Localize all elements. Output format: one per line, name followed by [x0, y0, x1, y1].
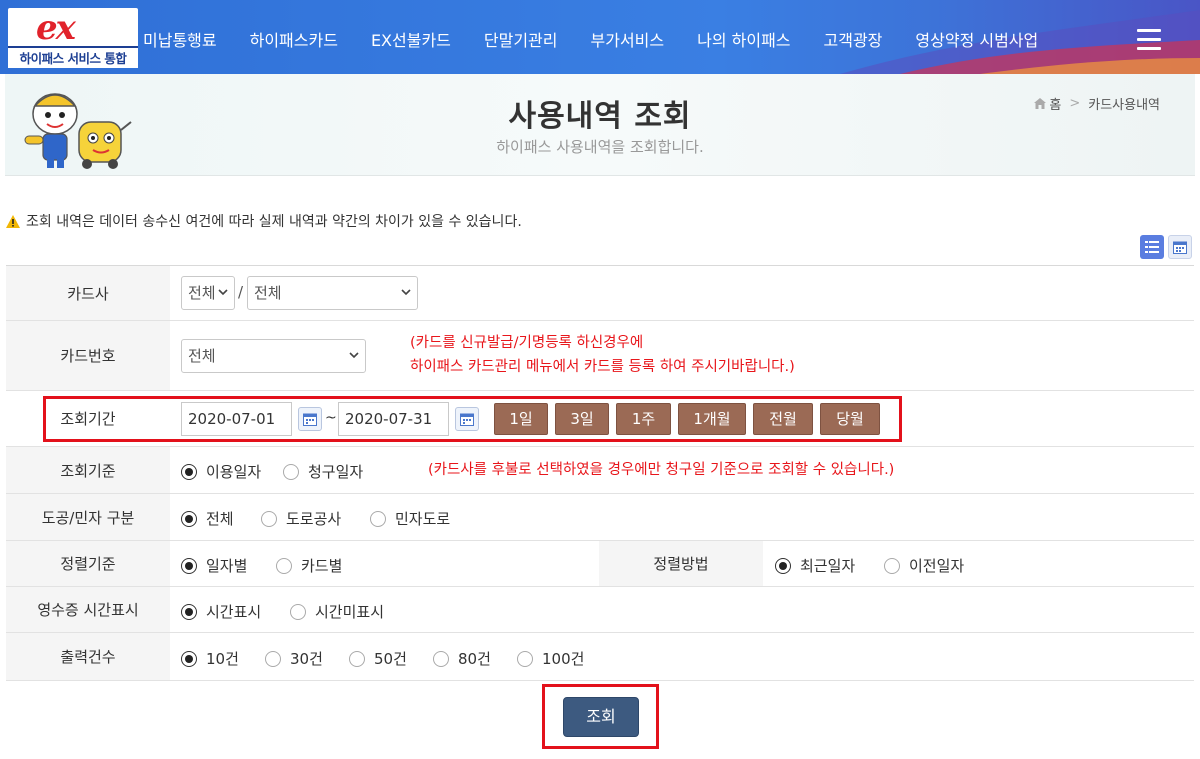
menu-customer[interactable]: 고객광장: [824, 27, 883, 53]
radio-road-korea-ex[interactable]: 도로공사: [261, 508, 341, 529]
list-view-icon[interactable]: [1140, 235, 1164, 259]
radio-count-100[interactable]: 100건: [517, 648, 584, 669]
page-subtitle: 하이패스 사용내역을 조회합니다.: [496, 138, 704, 156]
radio-unchecked-icon: [370, 510, 386, 527]
card-company-type-select[interactable]: 전체: [181, 276, 235, 310]
radio-unchecked-icon: [517, 650, 533, 667]
menu-hipass-card[interactable]: 하이패스카드: [250, 27, 338, 53]
radio-count-30[interactable]: 30건: [265, 648, 323, 669]
radio-unchecked-icon: [290, 603, 306, 620]
page-banner: 사용내역 조회 하이패스 사용내역을 조회합니다. 홈 > 카드사용내역: [5, 74, 1195, 176]
breadcrumb-home[interactable]: 홈: [1049, 94, 1061, 113]
radio-show-time[interactable]: 시간표시: [181, 601, 261, 622]
top-nav: ex 하이패스 서비스 통합 미납통행료 하이패스카드 EX선불카드 단말기관리…: [0, 0, 1200, 74]
radio-hide-time[interactable]: 시간미표시: [290, 601, 384, 622]
radio-checked-icon: [181, 510, 197, 527]
search-submit-button[interactable]: 조회: [563, 697, 639, 737]
hipass-logo[interactable]: ex 하이패스 서비스 통합: [8, 8, 138, 68]
page-title: 사용내역 조회: [508, 99, 692, 134]
notice-text: 조회 내역은 데이터 송수신 여건에 따라 실제 내역과 약간의 차이가 있을 …: [26, 214, 522, 230]
menu-my-hipass[interactable]: 나의 하이패스: [697, 27, 790, 53]
chevron-down-icon: [218, 289, 228, 296]
radio-sort-by-card[interactable]: 카드별: [276, 555, 342, 576]
card-company-select[interactable]: 전체: [247, 276, 418, 310]
card-number-select[interactable]: 전체: [181, 339, 366, 373]
menu-extra-services[interactable]: 부가서비스: [591, 27, 665, 53]
row-card-company: 카드사 전체 / 전체: [6, 266, 1194, 321]
radio-checked-icon: [775, 557, 791, 574]
menu-unpaid-toll[interactable]: 미납통행료: [143, 27, 217, 53]
period-highlight-box: [43, 396, 902, 442]
radio-count-80[interactable]: 80건: [433, 648, 491, 669]
calendar-view-icon[interactable]: [1168, 235, 1192, 259]
label-basis: 조회기준: [6, 447, 170, 493]
breadcrumb-separator-icon: >: [1069, 96, 1081, 111]
radio-unchecked-icon: [283, 463, 299, 480]
row-receipt-time: 영수증 시간표시 시간표시 시간미표시: [6, 587, 1194, 633]
radio-unchecked-icon: [261, 510, 277, 527]
radio-count-50[interactable]: 50건: [349, 648, 407, 669]
radio-road-private[interactable]: 민자도로: [370, 508, 450, 529]
radio-count-10[interactable]: 10건: [181, 648, 239, 669]
row-sort: 정렬기준 일자별 카드별 정렬방법 최근일자 이전일자: [6, 541, 1194, 587]
home-icon: [1034, 98, 1047, 109]
radio-unchecked-icon: [265, 650, 281, 667]
card-register-note: (카드를 신규발급/기명등록 하신경우에 하이패스 카드관리 메뉴에서 카드를 …: [410, 335, 795, 375]
radio-checked-icon: [181, 463, 197, 480]
radio-use-date[interactable]: 이용일자: [181, 461, 261, 482]
label-sort-method: 정렬방법: [599, 541, 763, 586]
radio-sort-recent[interactable]: 최근일자: [775, 555, 855, 576]
radio-checked-icon: [181, 603, 197, 620]
radio-checked-icon: [181, 650, 197, 667]
menu-terminal[interactable]: 단말기관리: [484, 27, 558, 53]
radio-unchecked-icon: [349, 650, 365, 667]
warning-icon: [6, 214, 20, 228]
row-output-count: 출력건수 10건 30건 50건 80건 100건: [6, 633, 1194, 681]
radio-sort-by-date[interactable]: 일자별: [181, 555, 247, 576]
radio-sort-older[interactable]: 이전일자: [884, 555, 964, 576]
search-form: 카드사 전체 / 전체 카드번호 전체 (카드를 신규발급/기명등록 하신경우에…: [6, 265, 1194, 681]
radio-unchecked-icon: [884, 557, 900, 574]
logo-text: 하이패스 서비스 통합: [8, 46, 138, 68]
notice-message: 조회 내역은 데이터 송수신 여건에 따라 실제 내역과 약간의 차이가 있을 …: [6, 211, 522, 231]
basis-note: (카드사를 후불로 선택하였을 경우에만 청구일 기준으로 조회할 수 있습니다…: [428, 462, 895, 478]
chevron-down-icon: [349, 352, 359, 359]
label-sort-basis: 정렬기준: [6, 541, 170, 586]
menu-ex-prepaid-card[interactable]: EX선불카드: [371, 27, 451, 53]
radio-unchecked-icon: [433, 650, 449, 667]
view-toggle: [1136, 235, 1192, 259]
radio-road-all[interactable]: 전체: [181, 508, 234, 529]
row-road-type: 도공/민자 구분 전체 도로공사 민자도로: [6, 494, 1194, 541]
row-card-number: 카드번호 전체 (카드를 신규발급/기명등록 하신경우에 하이패스 카드관리 메…: [6, 321, 1194, 391]
breadcrumb: 홈 > 카드사용내역: [1034, 94, 1160, 113]
radio-bill-date[interactable]: 청구일자: [283, 461, 363, 482]
radio-checked-icon: [181, 557, 197, 574]
menu-video-pilot[interactable]: 영상약정 시범사업: [915, 27, 1038, 53]
label-output-count: 출력건수: [6, 633, 170, 680]
label-receipt-time: 영수증 시간표시: [6, 587, 170, 632]
label-card-company: 카드사: [6, 266, 170, 320]
main-menu: 미납통행료 하이패스카드 EX선불카드 단말기관리 부가서비스 나의 하이패스 …: [143, 27, 1038, 53]
label-card-number: 카드번호: [6, 321, 170, 390]
hamburger-menu-icon[interactable]: [1137, 29, 1161, 50]
row-basis: 조회기준 이용일자 청구일자 (카드사를 후불로 선택하였을 경우에만 청구일 …: [6, 447, 1194, 494]
breadcrumb-current[interactable]: 카드사용내역: [1088, 94, 1160, 113]
label-road-type: 도공/민자 구분: [6, 494, 170, 540]
ex-logo-mark: ex: [36, 8, 76, 48]
radio-unchecked-icon: [276, 557, 292, 574]
chevron-down-icon: [401, 289, 411, 296]
